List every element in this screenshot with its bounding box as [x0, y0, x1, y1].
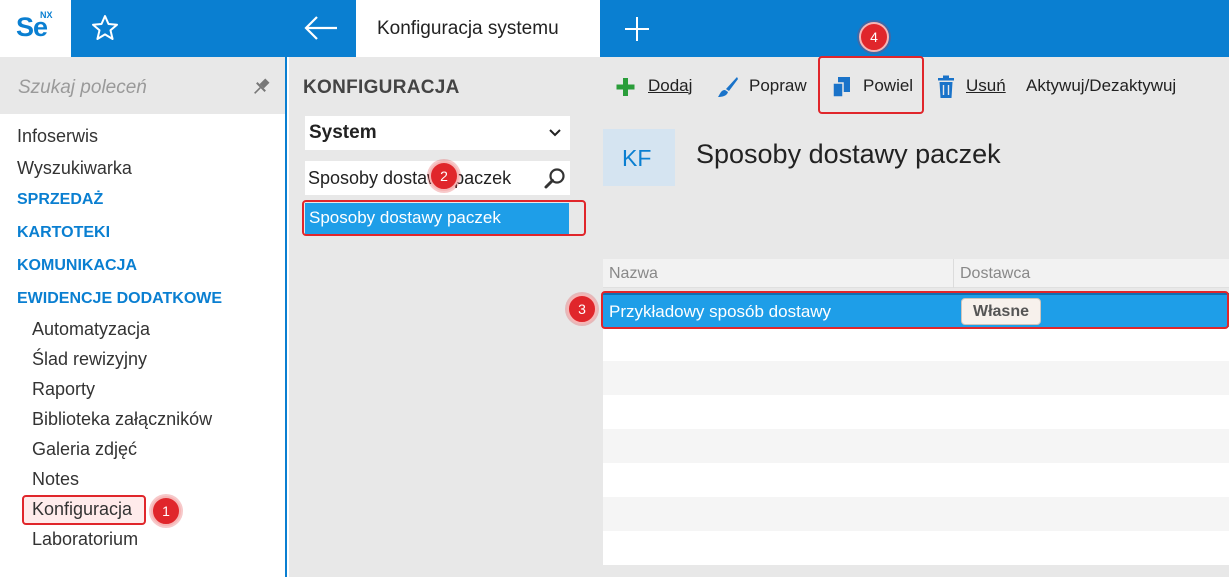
annotation-badge-1: 1 [151, 496, 181, 526]
annotation-highlight-duplicate [818, 56, 924, 114]
activate-deactivate-button[interactable]: Aktywuj/Dezaktywuj [1026, 74, 1198, 100]
table-row-empty [603, 361, 1229, 395]
sidebar-item-raporty[interactable]: Raporty [32, 379, 95, 400]
column-header-nazwa[interactable]: Nazwa [609, 265, 658, 283]
page-title: Sposoby dostawy paczek [696, 139, 1001, 169]
page-badge-text: KF [622, 145, 652, 171]
sidebar-item-slad-rewizyjny[interactable]: Ślad rewizyjny [32, 349, 147, 370]
edit-label: Popraw [749, 76, 807, 95]
sidebar-item-konfiguracja[interactable]: Konfiguracja [32, 499, 132, 520]
plus-icon [616, 78, 635, 96]
annotation-highlight-row [601, 291, 1229, 329]
sidebar-item-laboratorium[interactable]: Laboratorium [32, 529, 138, 550]
chevron-down-icon [549, 129, 561, 137]
config-item-label: Sposoby dostawy paczek [309, 208, 501, 227]
table-row-empty [603, 327, 1229, 361]
column-header-dostawca[interactable]: Dostawca [960, 265, 1030, 283]
add-label: Dodaj [648, 76, 693, 95]
table-row-empty [603, 395, 1229, 429]
dropdown-value: System [309, 122, 377, 143]
sidebar-item-wyszukiwarka[interactable]: Wyszukiwarka [17, 158, 132, 179]
sidebar-category-kartoteki[interactable]: KARTOTEKI [17, 224, 110, 242]
annotation-badge-4: 4 [859, 22, 889, 52]
table-row-empty [603, 429, 1229, 463]
column-divider[interactable] [953, 259, 954, 288]
new-tab-plus-icon[interactable] [622, 14, 652, 44]
top-bar: Se NX Konfiguracja systemu [0, 0, 1229, 57]
sidebar-category-ewidencje-dodatkowe[interactable]: EWIDENCJE DODATKOWE [17, 290, 222, 308]
sidebar-category-komunikacja[interactable]: KOMUNIKACJA [17, 257, 137, 275]
delete-label: Usuń [966, 76, 1006, 95]
pin-icon[interactable] [250, 76, 272, 98]
logo-superscript: NX [40, 10, 53, 20]
search-placeholder: Szukaj poleceń [18, 77, 147, 98]
sidebar-item-galeria-zdjec[interactable]: Galeria zdjęć [32, 439, 137, 460]
grid-header: Nazwa Dostawca [603, 259, 1229, 288]
table-row-empty [603, 497, 1229, 531]
brush-icon [718, 77, 738, 97]
delete-button[interactable]: Usuń [935, 74, 1013, 100]
trash-icon [938, 75, 954, 98]
sidebar-item-infoserwis[interactable]: Infoserwis [17, 126, 98, 147]
config-item-sposoby-dostawy[interactable]: Sposoby dostawy paczek [305, 203, 569, 234]
sidebar: Szukaj poleceń Infoserwis Wyszukiwarka S… [0, 57, 287, 577]
command-search-input[interactable]: Szukaj poleceń [0, 57, 285, 114]
tab-konfiguracja-systemu[interactable]: Konfiguracja systemu [356, 0, 600, 57]
add-button[interactable]: Dodaj [615, 74, 705, 100]
sidebar-item-notes[interactable]: Notes [32, 469, 79, 490]
page-badge: KF [603, 129, 675, 186]
sidebar-item-automatyzacja[interactable]: Automatyzacja [32, 319, 150, 340]
annotation-badge-3: 3 [567, 294, 597, 324]
activate-deactivate-label: Aktywuj/Dezaktywuj [1026, 76, 1177, 95]
sidebar-item-biblioteka-zalacznikow[interactable]: Biblioteka załączników [32, 409, 212, 430]
filter-value: Sposoby dostawy paczek [308, 168, 512, 188]
star-icon[interactable] [90, 13, 120, 43]
sidebar-category-sprzedaz[interactable]: SPRZEDAŻ [17, 191, 103, 209]
edit-button[interactable]: Popraw [716, 74, 816, 100]
table-row-empty [603, 463, 1229, 497]
module-dropdown[interactable]: System [305, 116, 570, 150]
back-arrow-icon[interactable] [302, 12, 340, 44]
table-row-empty [603, 531, 1229, 565]
search-icon[interactable] [543, 166, 567, 190]
annotation-badge-2: 2 [429, 161, 459, 191]
app-logo[interactable]: Se NX [0, 0, 71, 57]
tab-label: Konfiguracja systemu [377, 18, 559, 39]
configuration-panel: KONFIGURACJA System Sposoby dostawy pacz… [289, 57, 588, 577]
panel-title: KONFIGURACJA [303, 77, 460, 98]
